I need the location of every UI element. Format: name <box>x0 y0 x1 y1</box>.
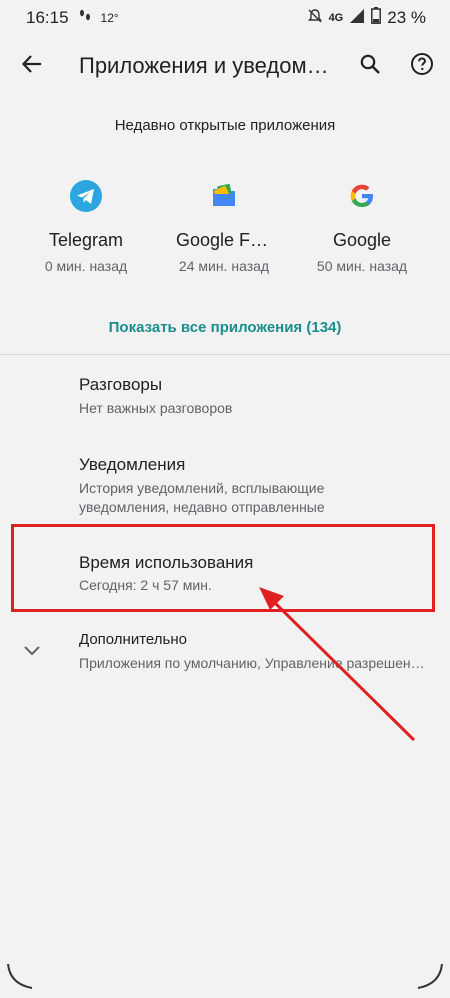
screen-corner-left <box>7 963 33 989</box>
annotation-arrow <box>259 587 416 742</box>
screen-corner-right <box>417 963 443 989</box>
screen: 16:15 12° 4G 23 % Приложения и уведомле … <box>0 0 450 998</box>
